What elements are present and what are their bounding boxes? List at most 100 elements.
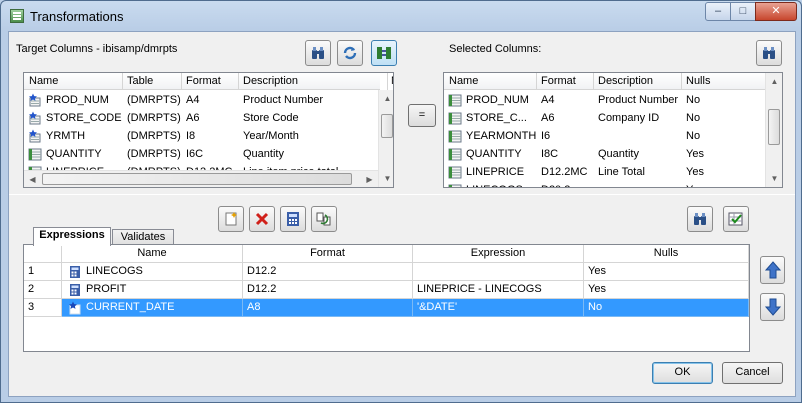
selected-col-description-header[interactable]: Description bbox=[598, 75, 653, 87]
find-selected-column-button[interactable] bbox=[756, 40, 782, 66]
selected-row-format: I6 bbox=[541, 130, 551, 142]
expression-format-cell[interactable]: D12.2 bbox=[243, 281, 413, 299]
ok-button[interactable]: OK bbox=[652, 362, 713, 384]
validate-expressions-button[interactable] bbox=[723, 206, 749, 232]
expression-nulls-cell[interactable]: Yes bbox=[584, 281, 749, 299]
expression-text-cell[interactable]: LINEPRICE - LINECOGS bbox=[413, 281, 584, 299]
target-vertical-scrollbar[interactable]: ▲ ▼ bbox=[378, 90, 393, 187]
section-divider bbox=[9, 194, 795, 195]
target-col-name-header[interactable]: Name bbox=[29, 75, 58, 87]
target-row-description: Quantity bbox=[243, 148, 284, 160]
expression-name-cell[interactable]: LINECOGS bbox=[62, 263, 243, 281]
selected-vscroll-thumb[interactable] bbox=[768, 109, 780, 145]
selected-columns-grid[interactable]: Name Format Description Nulls PROD_NUM A4… bbox=[443, 72, 783, 188]
calculator-column-icon bbox=[68, 265, 82, 279]
copy-expression-button[interactable] bbox=[311, 206, 337, 232]
expression-format-cell[interactable]: D12.2 bbox=[243, 263, 413, 281]
move-down-button[interactable] bbox=[760, 293, 785, 321]
find-target-column-button[interactable] bbox=[305, 40, 331, 66]
key-column-icon bbox=[28, 93, 42, 107]
selected-column-row[interactable]: LINEPRICE D12.2MC Line Total Yes bbox=[444, 163, 765, 181]
selected-row-description: Product Number bbox=[598, 94, 679, 106]
target-row-format: A4 bbox=[186, 94, 200, 106]
scroll-up-arrow-icon[interactable]: ▲ bbox=[379, 90, 393, 107]
close-button[interactable]: ✕ bbox=[755, 2, 797, 21]
delete-x-icon bbox=[255, 212, 269, 226]
title-bar[interactable]: Transformations – □ ✕ bbox=[1, 1, 801, 31]
selected-row-name: YEARMONTH bbox=[466, 130, 536, 142]
expression-name-cell[interactable]: PROFIT bbox=[62, 281, 243, 299]
selected-column-row[interactable]: YEARMONTH I6 No bbox=[444, 127, 765, 145]
target-column-row[interactable]: PROD_NUM (DMRPTS) A4 Product Number bbox=[24, 91, 378, 109]
target-columns-grid[interactable]: Name Table Format Description N PROD_NUM… bbox=[23, 72, 394, 188]
selected-vertical-scrollbar[interactable]: ▲ ▼ bbox=[765, 73, 782, 187]
minimize-icon: – bbox=[714, 5, 722, 17]
expression-format-cell[interactable]: A8 bbox=[243, 299, 413, 317]
expr-col-nulls-header[interactable]: Nulls bbox=[584, 245, 749, 263]
target-row-description: Store Code bbox=[243, 112, 299, 124]
scroll-down-arrow-icon[interactable]: ▼ bbox=[766, 170, 782, 187]
expression-nulls-cell[interactable]: Yes bbox=[584, 263, 749, 281]
target-vscroll-thumb[interactable] bbox=[381, 114, 393, 138]
expr-col-format-header[interactable]: Format bbox=[243, 245, 413, 263]
column-icon bbox=[448, 93, 462, 107]
maximize-icon: □ bbox=[739, 5, 747, 17]
selected-column-row[interactable]: PROD_NUM A4 Product Number No bbox=[444, 91, 765, 109]
equals-button[interactable]: = bbox=[408, 104, 436, 127]
selected-row-format: I8C bbox=[541, 148, 559, 160]
target-horizontal-scrollbar[interactable]: ◀ ▶ bbox=[24, 170, 378, 187]
selected-row-name: QUANTITY bbox=[466, 148, 522, 160]
scroll-right-arrow-icon[interactable]: ▶ bbox=[361, 171, 378, 187]
maximize-button[interactable]: □ bbox=[730, 2, 756, 21]
delete-expression-button[interactable] bbox=[249, 206, 275, 232]
target-hscroll-thumb[interactable] bbox=[42, 173, 352, 185]
cancel-button[interactable]: Cancel bbox=[722, 362, 783, 384]
expression-builder-button[interactable] bbox=[280, 206, 306, 232]
join-columns-icon bbox=[377, 47, 391, 59]
new-expression-button[interactable] bbox=[218, 206, 244, 232]
expr-col-expression-header[interactable]: Expression bbox=[413, 245, 584, 263]
expression-nulls-cell[interactable]: No bbox=[584, 299, 749, 317]
expression-name-cell[interactable]: CURRENT_DATE bbox=[62, 299, 243, 317]
column-icon bbox=[28, 147, 42, 161]
target-row-table: (DMRPTS) bbox=[127, 130, 181, 142]
target-row-name: PROD_NUM bbox=[46, 94, 109, 106]
expression-row[interactable]: 1 LINECOGS D12.2 Yes bbox=[24, 263, 749, 281]
tab-expressions[interactable]: Expressions bbox=[33, 227, 111, 246]
target-column-row[interactable]: QUANTITY (DMRPTS) I6C Quantity bbox=[24, 145, 378, 163]
selected-column-row[interactable]: STORE_C... A6 Company ID No bbox=[444, 109, 765, 127]
target-col-table-header[interactable]: Table bbox=[127, 75, 153, 87]
calculator-icon bbox=[287, 212, 299, 226]
selected-column-row[interactable]: LINECOGS D20.2 Yes bbox=[444, 181, 765, 187]
target-col-description-header[interactable]: Description bbox=[243, 75, 298, 87]
find-expression-button[interactable] bbox=[687, 206, 713, 232]
selected-row-nulls: No bbox=[686, 94, 701, 106]
minimize-button[interactable]: – bbox=[705, 2, 731, 21]
target-row-format: I6C bbox=[186, 148, 204, 160]
expression-row[interactable]: 3 CURRENT_DATE A8 '&DATE' No bbox=[24, 299, 749, 317]
expression-row[interactable]: 2 PROFIT D12.2 LINEPRICE - LINECOGS Yes bbox=[24, 281, 749, 299]
target-column-row[interactable]: YRMTH (DMRPTS) I8 Year/Month bbox=[24, 127, 378, 145]
expression-text-cell[interactable] bbox=[413, 263, 584, 281]
scroll-up-arrow-icon[interactable]: ▲ bbox=[766, 73, 782, 90]
expr-col-name-header[interactable]: Name bbox=[62, 245, 243, 263]
selected-col-format-header[interactable]: Format bbox=[541, 75, 576, 87]
expression-text-cell[interactable]: '&DATE' bbox=[413, 299, 584, 317]
selected-column-row[interactable]: QUANTITY I8C Quantity Yes bbox=[444, 145, 765, 163]
target-column-row[interactable]: STORE_CODE (DMRPTS) A6 Store Code bbox=[24, 109, 378, 127]
target-col-format-header[interactable]: Format bbox=[186, 75, 221, 87]
target-row-name: YRMTH bbox=[46, 130, 86, 142]
selected-col-nulls-header[interactable]: Nulls bbox=[686, 75, 710, 87]
selected-row-name: PROD_NUM bbox=[466, 94, 529, 106]
selected-col-name-header[interactable]: Name bbox=[449, 75, 478, 87]
refresh-columns-button[interactable] bbox=[337, 40, 363, 66]
selected-row-format: D12.2MC bbox=[541, 166, 588, 178]
target-col-n-header[interactable]: N bbox=[391, 75, 393, 87]
join-view-toggle-button[interactable] bbox=[371, 40, 397, 66]
scroll-left-arrow-icon[interactable]: ◀ bbox=[24, 171, 41, 187]
scroll-down-arrow-icon[interactable]: ▼ bbox=[379, 170, 393, 187]
expressions-table[interactable]: Name Format Expression Nulls 1 LINECOGS D1… bbox=[23, 244, 750, 352]
target-row-name: STORE_CODE bbox=[46, 112, 122, 124]
move-up-button[interactable] bbox=[760, 256, 785, 284]
target-columns-label: Target Columns - ibisamp/dmrpts bbox=[16, 43, 178, 55]
